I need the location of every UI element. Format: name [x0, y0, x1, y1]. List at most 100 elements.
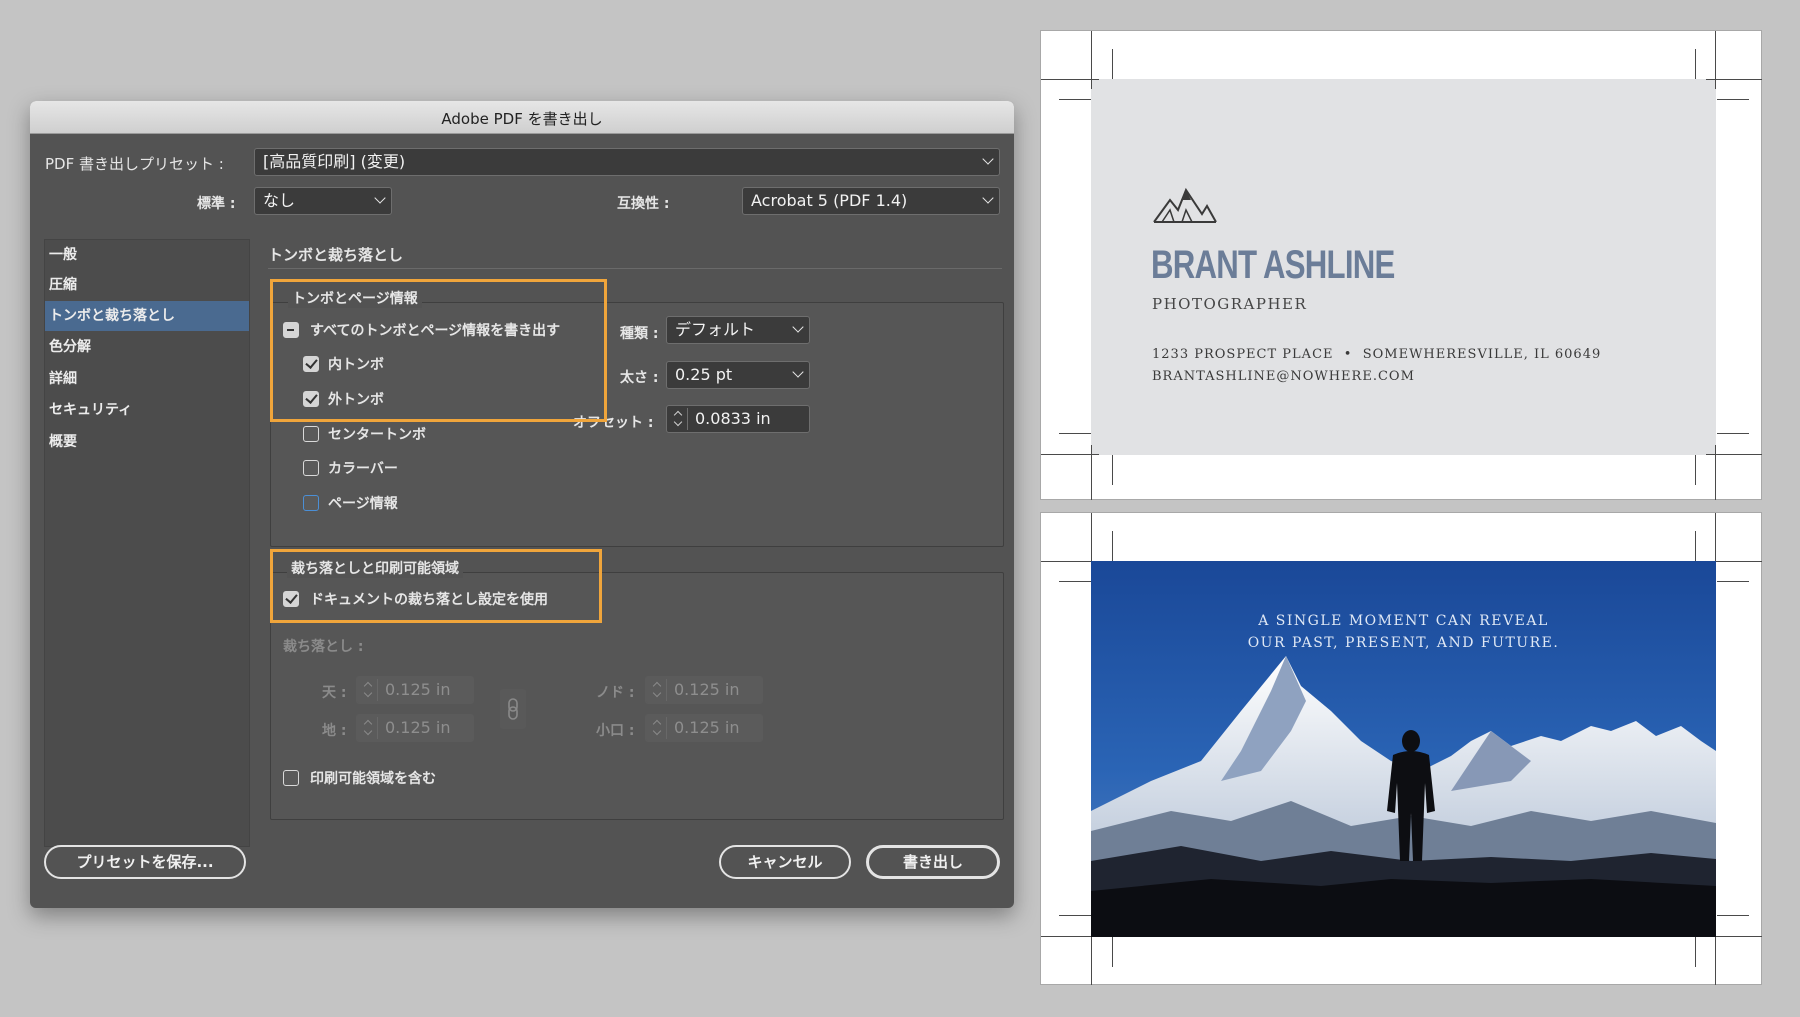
standard-value: なし [263, 191, 296, 210]
bleed-bottom-stepper[interactable]: 0.125 in [356, 714, 474, 742]
outside-label: 小口 : [596, 723, 635, 739]
stepper-arrows-icon[interactable] [650, 679, 667, 701]
save-preset-button[interactable]: プリセットを保存... [44, 845, 246, 879]
bleed-bottom-value: 0.125 in [385, 718, 451, 737]
standard-select[interactable]: なし [254, 187, 392, 215]
crop-mark [1717, 581, 1749, 582]
stepper-arrows-icon[interactable] [361, 679, 378, 701]
crop-mark [1695, 455, 1696, 485]
chevron-down-icon [982, 192, 994, 204]
bleed-inside-stepper[interactable]: 0.125 in [645, 676, 763, 704]
crop-mark [1715, 31, 1716, 89]
weight-label: 太さ : [620, 370, 659, 386]
page-info-label: ページ情報 [328, 496, 398, 512]
chevron-down-icon [982, 153, 994, 165]
crop-mark [1706, 79, 1762, 80]
card-name: BRANT ASHLINE [1151, 243, 1395, 287]
category-sidebar: 一般 圧縮 トンボと裁ち落とし 色分解 詳細 セキュリティ 概要 [44, 239, 250, 847]
offset-stepper[interactable]: 0.0833 in [666, 405, 810, 433]
crop-mark [1716, 561, 1762, 562]
crop-mark [1091, 445, 1092, 500]
include-slug-checkbox[interactable] [283, 770, 299, 786]
preset-label: PDF 書き出しプリセット : [45, 155, 224, 173]
title-bar[interactable]: Adobe PDF を書き出し [30, 101, 1014, 134]
bleed-outside-stepper[interactable]: 0.125 in [645, 714, 763, 742]
dialog-title: Adobe PDF を書き出し [441, 110, 603, 128]
crop-mark [1715, 445, 1716, 500]
registration-marks-checkbox[interactable] [303, 426, 319, 442]
stepper-arrows-icon[interactable] [361, 717, 378, 739]
offset-value: 0.0833 in [695, 409, 771, 428]
crop-mark [1715, 513, 1716, 561]
crop-mark [1091, 31, 1092, 89]
compat-select[interactable]: Acrobat 5 (PDF 1.4) [742, 187, 1000, 215]
sidebar-item-marks-and-bleeds[interactable]: トンボと裁ち落とし [45, 301, 249, 331]
crop-mark [1717, 433, 1749, 434]
bleed-outside-value: 0.125 in [674, 718, 740, 737]
chevron-down-icon [374, 192, 386, 204]
crop-mark [1695, 531, 1696, 561]
color-bars-checkbox[interactable] [303, 460, 319, 476]
chevron-down-icon [792, 366, 804, 378]
mountain-logo-icon [1153, 187, 1217, 223]
crop-mark [1112, 531, 1113, 561]
crop-mark [1041, 79, 1099, 80]
section-title: トンボと裁ち落とし [268, 246, 404, 264]
card-title: PHOTOGRAPHER [1152, 295, 1308, 313]
card-address: 1233 PROSPECT PLACE • SOMEWHERESVILLE, I… [1152, 347, 1602, 362]
crop-mark [1091, 513, 1092, 561]
page-info-checkbox[interactable] [303, 495, 319, 511]
crop-mark [1695, 937, 1696, 967]
sidebar-item-compression[interactable]: 圧縮 [45, 270, 249, 300]
crop-mark [1715, 937, 1716, 985]
crop-mark [1059, 99, 1091, 100]
stepper-arrows-icon[interactable] [650, 717, 667, 739]
sidebar-item-summary[interactable]: 概要 [45, 427, 249, 457]
bleed-top-value: 0.125 in [385, 680, 451, 699]
sidebar-item-security[interactable]: セキュリティ [45, 395, 249, 425]
preset-select[interactable]: [高品質印刷] (変更) [254, 148, 1000, 176]
card-email: BRANTASHLINE@NOWHERE.COM [1152, 369, 1415, 384]
business-card-back: A SINGLE MOMENT CAN REVEAL OUR PAST, PRE… [1040, 512, 1762, 985]
section-divider [268, 268, 1002, 269]
crop-mark [1041, 936, 1091, 937]
registration-marks-label: センタートンボ [328, 427, 426, 443]
crop-mark [1059, 915, 1091, 916]
mark-weight-select[interactable]: 0.25 pt [666, 361, 810, 389]
sidebar-item-advanced[interactable]: 詳細 [45, 364, 249, 394]
link-bleed-button[interactable] [500, 689, 526, 729]
bleed-inside-value: 0.125 in [674, 680, 740, 699]
stepper-arrows-icon[interactable] [671, 408, 688, 430]
crop-mark [1716, 936, 1762, 937]
bleed-top-stepper[interactable]: 0.125 in [356, 676, 474, 704]
bottom-label: 地 : [322, 723, 347, 739]
crop-mark [1041, 561, 1091, 562]
include-slug-label: 印刷可能領域を含む [310, 771, 436, 787]
crop-mark [1059, 433, 1091, 434]
sidebar-item-output[interactable]: 色分解 [45, 332, 249, 362]
mark-type-select[interactable]: デフォルト [666, 316, 810, 344]
crop-mark [1717, 915, 1749, 916]
compat-label: 互換性 : [617, 196, 670, 212]
standard-label: 標準 : [197, 196, 236, 212]
top-label: 天 : [322, 685, 347, 701]
mark-weight-value: 0.25 pt [675, 365, 733, 384]
business-card-front: BRANT ASHLINE PHOTOGRAPHER 1233 PROSPECT… [1040, 30, 1762, 500]
crop-mark [1695, 49, 1696, 79]
crop-mark [1112, 49, 1113, 79]
chevron-down-icon [792, 321, 804, 333]
mark-type-value: デフォルト [675, 320, 756, 339]
crop-mark [1112, 937, 1113, 967]
card-back-photo: A SINGLE MOMENT CAN REVEAL OUR PAST, PRE… [1091, 561, 1716, 937]
bleed-highlight-box [270, 549, 602, 623]
inside-label: ノド : [596, 685, 635, 701]
sidebar-item-general[interactable]: 一般 [45, 240, 249, 270]
cancel-button[interactable]: キャンセル [719, 845, 851, 879]
chain-link-icon [508, 698, 518, 720]
type-label: 種類 : [620, 326, 659, 342]
export-button[interactable]: 書き出し [866, 845, 1000, 879]
pdf-export-dialog: Adobe PDF を書き出し PDF 書き出しプリセット : [高品質印刷] … [30, 101, 1014, 908]
crop-mark [1091, 937, 1092, 985]
card-quote-line2: OUR PAST, PRESENT, AND FUTURE. [1247, 635, 1560, 651]
bleeds-label: 裁ち落とし : [283, 639, 364, 655]
